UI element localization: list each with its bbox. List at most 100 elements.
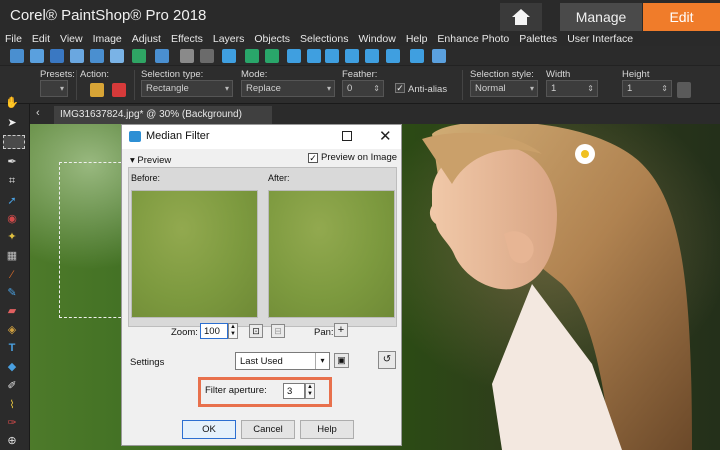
redo-disabled-icon[interactable] — [200, 49, 214, 63]
zoom-label: Zoom: — [171, 327, 198, 338]
menu-effects[interactable]: Effects — [166, 32, 208, 46]
menu-view[interactable]: View — [55, 32, 88, 46]
undo-icon[interactable] — [245, 49, 259, 63]
dialog-title-bar[interactable]: Median Filter ✕ — [122, 125, 401, 149]
cancel-action-icon[interactable] — [112, 83, 126, 97]
share-icon[interactable] — [132, 49, 146, 63]
pick-tool-icon[interactable]: ➤ — [5, 116, 19, 130]
antialias-checkbox[interactable]: ✓ — [395, 83, 405, 93]
save-preset-icon[interactable]: ▣ — [334, 353, 349, 368]
document-tab[interactable]: IMG31637824.jpg* @ 30% (Background) — [54, 106, 272, 124]
apply-icon[interactable] — [90, 83, 104, 97]
print-icon[interactable] — [155, 49, 169, 63]
zoom-in-icon[interactable] — [325, 49, 339, 63]
menu-palettes[interactable]: Palettes — [514, 32, 562, 46]
zoom-input[interactable]: 100 — [200, 323, 228, 339]
save-icon[interactable] — [50, 49, 64, 63]
presets-label: Presets: — [40, 69, 75, 80]
pan-label: Pan: — [314, 327, 334, 338]
eraser-icon[interactable]: ▰ — [5, 304, 19, 318]
add-tool-icon[interactable]: ⊕ — [5, 434, 19, 448]
paint-brush-icon[interactable]: ∕ — [5, 268, 19, 282]
menu-help[interactable]: Help — [401, 32, 433, 46]
zoom-spinner[interactable]: ▲ ▼ — [228, 323, 238, 339]
shape-tool-icon[interactable]: ◆ — [5, 360, 19, 374]
resize-icon[interactable] — [386, 49, 400, 63]
filter-aperture-highlight: Filter aperture: 3 ▲ ▼ — [198, 377, 332, 407]
brush-variance-icon[interactable]: ✑ — [5, 416, 19, 430]
airbrush-icon[interactable]: ✎ — [5, 286, 19, 300]
menu-user-interface[interactable]: User Interface — [562, 32, 638, 46]
height-input[interactable]: 1 ⇕ — [622, 80, 672, 97]
before-preview[interactable] — [131, 190, 258, 318]
menu-file[interactable]: File — [0, 32, 27, 46]
fit-icon[interactable] — [287, 49, 301, 63]
zoom-out-icon[interactable] — [345, 49, 359, 63]
makeover-tool-icon[interactable]: ✦ — [5, 230, 19, 244]
new-icon[interactable] — [10, 49, 24, 63]
zoom-fit-icon[interactable]: ⊡ — [249, 324, 263, 338]
tab-scroll-left-icon[interactable]: ‹ — [36, 107, 40, 119]
pen-tool-icon[interactable]: ✐ — [5, 379, 19, 393]
tab-manage[interactable]: Manage — [560, 3, 642, 31]
mode-dropdown[interactable]: Replace ▾ — [241, 80, 335, 97]
cut-icon[interactable] — [180, 49, 194, 63]
menu-layers[interactable]: Layers — [208, 32, 250, 46]
menu-enhance-photo[interactable]: Enhance Photo — [432, 32, 514, 46]
dialog-title: Median Filter — [146, 130, 210, 142]
crop-icon[interactable] — [222, 49, 236, 63]
zoom-actual-icon[interactable]: ⊟ — [271, 324, 285, 338]
open-icon[interactable] — [30, 49, 44, 63]
clone-tool-icon[interactable]: ▦ — [5, 249, 19, 263]
workspace-icon[interactable] — [432, 49, 446, 63]
presets-dropdown[interactable]: ▾ — [40, 80, 68, 97]
selection-tool-icon[interactable] — [3, 135, 25, 149]
maximize-icon[interactable] — [342, 131, 352, 141]
menu-selections[interactable]: Selections — [295, 32, 353, 46]
home-button[interactable] — [500, 3, 542, 31]
help-button[interactable]: Help — [300, 420, 354, 439]
cancel-button[interactable]: Cancel — [241, 420, 295, 439]
dropper-tool-icon[interactable]: ✒ — [5, 155, 19, 169]
crop-tool-icon[interactable]: ⌗ — [5, 174, 19, 188]
median-filter-dialog: Median Filter ✕ ▾ Preview ✓ Preview on I… — [121, 124, 402, 446]
app-title: Corel® PaintShop® Pro 2018 — [10, 7, 207, 24]
after-label: After: — [268, 173, 290, 183]
after-preview[interactable] — [268, 190, 395, 318]
red-eye-tool-icon[interactable]: ◉ — [5, 212, 19, 226]
menu-edit[interactable]: Edit — [27, 32, 55, 46]
ok-button[interactable]: OK — [182, 420, 236, 439]
selection-style-dropdown[interactable]: Normal ▾ — [470, 80, 538, 97]
feather-input[interactable]: 0 ⇕ — [342, 80, 384, 97]
menu-adjust[interactable]: Adjust — [127, 32, 166, 46]
pan-icon[interactable]: + — [334, 323, 348, 337]
aperture-input[interactable]: 3 — [283, 383, 305, 399]
selection-type-dropdown[interactable]: Rectangle ▾ — [141, 80, 233, 97]
pan-tool-icon[interactable]: ✋ — [5, 96, 19, 110]
menu-image[interactable]: Image — [88, 32, 127, 46]
preview-section-toggle[interactable]: ▾ Preview — [130, 155, 171, 166]
straighten-tool-icon[interactable]: ➚ — [5, 194, 19, 208]
menu-bar: File Edit View Image Adjust Effects Laye… — [0, 32, 720, 46]
actual-size-icon[interactable] — [307, 49, 321, 63]
preview-on-image-checkbox[interactable]: ✓ — [308, 152, 318, 163]
aperture-spinner[interactable]: ▲ ▼ — [305, 383, 315, 399]
preview-on-image-option[interactable]: ✓ Preview on Image — [308, 152, 397, 163]
document-icon[interactable] — [110, 49, 124, 63]
menu-window[interactable]: Window — [353, 32, 400, 46]
grid-icon[interactable] — [70, 49, 84, 63]
fullscreen-icon[interactable] — [90, 49, 104, 63]
warp-tool-icon[interactable]: ⌇ — [5, 398, 19, 412]
text-tool-icon[interactable]: T — [5, 341, 19, 355]
layer-icon[interactable] — [410, 49, 424, 63]
redo-icon[interactable] — [265, 49, 279, 63]
tab-edit[interactable]: Edit — [643, 3, 720, 31]
pan-icon[interactable] — [365, 49, 379, 63]
settings-dropdown[interactable]: Last Used ▾ — [235, 352, 330, 370]
more-options-icon[interactable] — [677, 82, 691, 98]
width-input[interactable]: 1 ⇕ — [546, 80, 598, 97]
close-icon[interactable]: ✕ — [379, 127, 392, 145]
menu-objects[interactable]: Objects — [249, 32, 295, 46]
fill-tool-icon[interactable]: ◈ — [5, 323, 19, 337]
reset-icon[interactable]: ↺ — [378, 351, 396, 369]
